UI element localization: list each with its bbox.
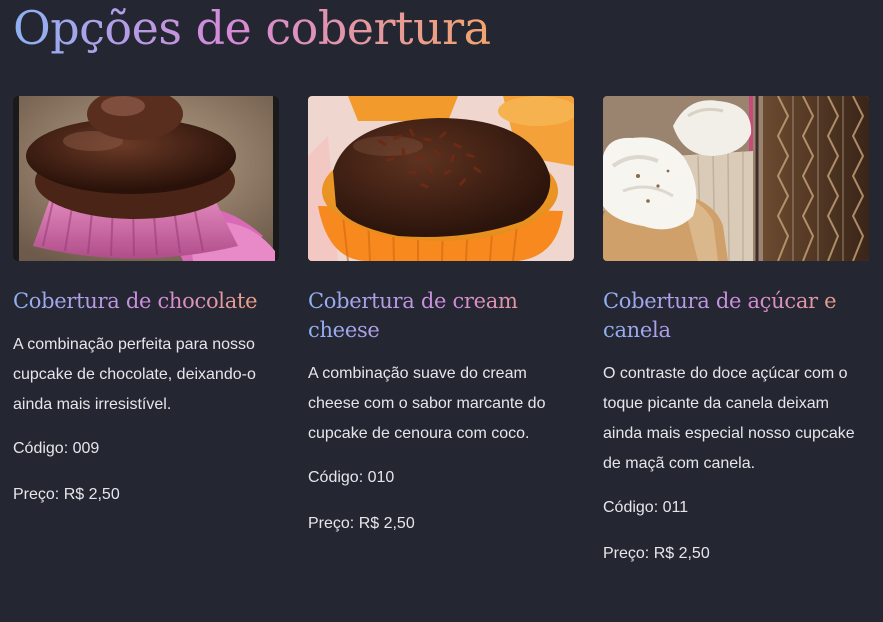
- sugar-cinnamon-cupcake-photo: [603, 96, 869, 261]
- page-title: Opções de cobertura: [13, 0, 491, 58]
- product-description: O contraste do doce açúcar com o toque p…: [603, 365, 855, 472]
- product-card-chocolate: Cobertura de chocolate A combinação perf…: [13, 96, 279, 569]
- chocolate-cupcake-photo: [13, 96, 279, 261]
- product-list: Cobertura de chocolate A combinação perf…: [13, 96, 869, 569]
- product-card-sugar-cinnamon: Cobertura de açúcar e canela O contraste…: [603, 96, 869, 569]
- product-name: Cobertura de açúcar e canela: [603, 287, 869, 345]
- product-description: A combinação perfeita para nosso cupcake…: [13, 336, 256, 413]
- product-name: Cobertura de cream cheese: [308, 287, 574, 345]
- product-code: Código: 010: [308, 469, 395, 486]
- product-code: Código: 009: [13, 440, 100, 457]
- product-price: Preço: R$ 2,50: [13, 486, 120, 503]
- sugar-cinnamon-cupcake-image: [603, 96, 869, 261]
- product-price: Preço: R$ 2,50: [603, 545, 710, 562]
- product-price: Preço: R$ 2,50: [308, 515, 415, 532]
- product-card-cream-cheese: Cobertura de cream cheese A combinação s…: [308, 96, 574, 569]
- product-description: A combinação suave do cream cheese com o…: [308, 365, 546, 442]
- chocolate-cupcake-image: [13, 96, 279, 261]
- product-name: Cobertura de chocolate: [13, 287, 279, 316]
- cream-cheese-cupcake-photo: [308, 96, 574, 261]
- cream-cheese-cupcake-image: [308, 96, 574, 261]
- product-code: Código: 011: [603, 499, 689, 516]
